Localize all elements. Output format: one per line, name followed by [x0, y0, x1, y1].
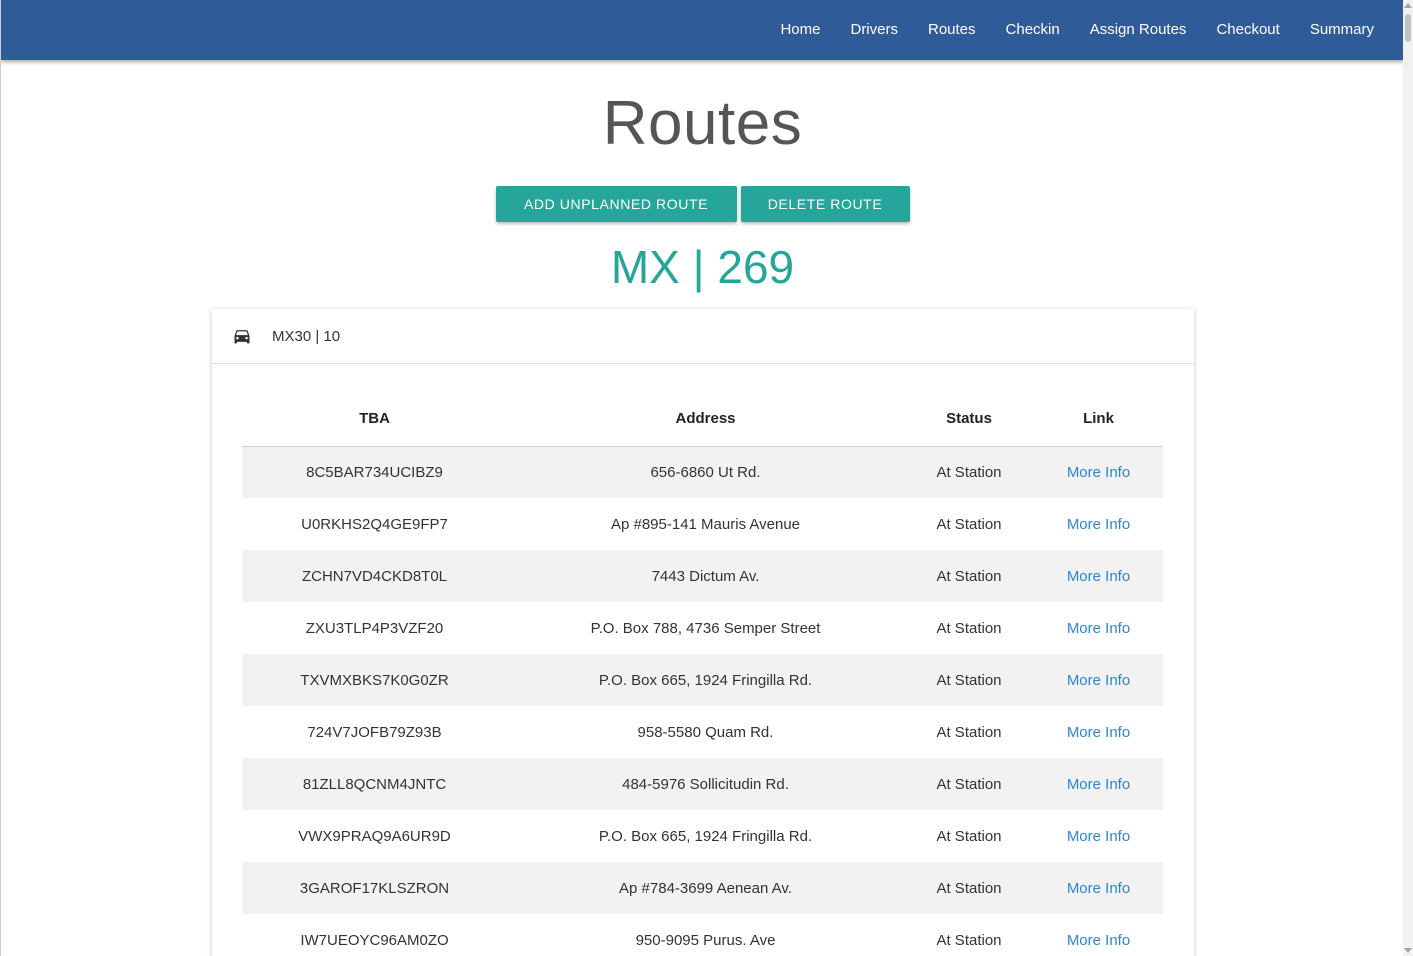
cell-address: P.O. Box 665, 1924 Fringilla Rd.: [507, 654, 904, 706]
nav-home[interactable]: Home: [765, 0, 835, 60]
cell-status: At Station: [904, 862, 1034, 914]
cell-tba: TXVMXBKS7K0G0ZR: [242, 654, 507, 706]
route-card-title: MX30 | 10: [272, 327, 341, 345]
cell-status: At Station: [904, 654, 1034, 706]
table-row: ZXU3TLP4P3VZF20 P.O. Box 788, 4736 Sempe…: [242, 602, 1163, 654]
cell-status: At Station: [936, 723, 1002, 741]
cell-status: At Station: [936, 827, 1002, 845]
table-row: VWX9PRAQ9A6UR9D P.O. Box 665, 1924 Fring…: [242, 810, 1163, 862]
table-row: 724V7JOFB79Z93B 958-5580 Quam Rd. At Sta…: [242, 706, 1163, 758]
cell-status: At Station: [904, 446, 1034, 498]
cell-status: At Station: [904, 758, 1034, 810]
table-row: U0RKHS2Q4GE9FP7 Ap #895-141 Mauris Avenu…: [242, 498, 1163, 550]
packages-table-wrap: TBA Address Status Link 8C5BAR734UCIBZ9 …: [242, 392, 1163, 956]
cell-address: 484-5976 Sollicitudin Rd.: [507, 758, 904, 810]
more-info-link[interactable]: More Info: [1067, 568, 1130, 585]
more-info-link[interactable]: More Info: [1067, 724, 1130, 741]
cell-tba: 8C5BAR734UCIBZ9: [242, 446, 507, 498]
cell-status: At Station: [936, 619, 1002, 637]
scroll-down-arrow-icon[interactable]: [1404, 948, 1412, 953]
cell-tba: VWX9PRAQ9A6UR9D: [298, 827, 451, 845]
vertical-scrollbar[interactable]: [1403, 0, 1413, 956]
cell-status: At Station: [936, 931, 1002, 949]
route-card: MX30 | 10 TBA Address Status Link 8C5BAR…: [212, 309, 1194, 956]
scroll-thumb[interactable]: [1405, 14, 1411, 42]
cell-tba: ZXU3TLP4P3VZF20: [305, 619, 444, 637]
delete-route-button[interactable]: DELETE ROUTE: [740, 186, 910, 222]
column-header-status: Status: [904, 392, 1034, 447]
packages-table: TBA Address Status Link 8C5BAR734UCIBZ9 …: [242, 392, 1163, 956]
more-info-link[interactable]: More Info: [1067, 672, 1130, 689]
table-row: IW7UEOYC96AM0ZO 950-9095 Purus. Ave At S…: [242, 914, 1163, 956]
nav-links: Home Drivers Routes Checkin Assign Route…: [765, 0, 1389, 60]
car-icon: [232, 326, 252, 346]
more-info-link[interactable]: More Info: [1067, 932, 1130, 949]
nav-drivers[interactable]: Drivers: [835, 0, 913, 60]
cell-address: 7443 Dictum Av.: [507, 550, 904, 602]
more-info-link[interactable]: More Info: [1067, 828, 1130, 845]
nav-checkout[interactable]: Checkout: [1201, 0, 1294, 60]
column-header-tba: TBA: [242, 392, 507, 447]
scroll-up-arrow-icon[interactable]: [1404, 3, 1412, 8]
more-info-link[interactable]: More Info: [1067, 516, 1130, 533]
route-heading: MX | 269: [610, 241, 795, 293]
more-info-link[interactable]: More Info: [1067, 464, 1130, 481]
cell-address: Ap #895-141 Mauris Avenue: [610, 515, 801, 533]
top-navbar: Home Drivers Routes Checkin Assign Route…: [1, 0, 1403, 60]
nav-summary[interactable]: Summary: [1295, 0, 1389, 60]
column-header-address: Address: [507, 392, 904, 447]
more-info-link[interactable]: More Info: [1067, 880, 1130, 897]
nav-routes[interactable]: Routes: [913, 0, 991, 60]
action-buttons: ADD UNPLANNED ROUTE DELETE ROUTE: [1, 186, 1403, 222]
cell-address: 656-6860 Ut Rd.: [507, 446, 904, 498]
page-title: Routes: [602, 89, 803, 158]
table-row: ZCHN7VD4CKD8T0L 7443 Dictum Av. At Stati…: [242, 550, 1163, 602]
cell-address: Ap #784-3699 Aenean Av.: [507, 862, 904, 914]
add-unplanned-route-button[interactable]: ADD UNPLANNED ROUTE: [495, 186, 737, 222]
nav-assign-routes[interactable]: Assign Routes: [1075, 0, 1202, 60]
cell-address: P.O. Box 665, 1924 Fringilla Rd.: [598, 827, 813, 845]
more-info-link[interactable]: More Info: [1067, 776, 1130, 793]
cell-address: 950-9095 Purus. Ave: [635, 931, 776, 949]
table-row: 8C5BAR734UCIBZ9 656-6860 Ut Rd. At Stati…: [242, 446, 1163, 498]
table-header-row: TBA Address Status Link: [242, 392, 1163, 447]
more-info-link[interactable]: More Info: [1067, 620, 1130, 637]
table-row: TXVMXBKS7K0G0ZR P.O. Box 665, 1924 Fring…: [242, 654, 1163, 706]
cell-tba: U0RKHS2Q4GE9FP7: [301, 515, 448, 533]
table-row: 81ZLL8QCNM4JNTC 484-5976 Sollicitudin Rd…: [242, 758, 1163, 810]
cell-tba: 81ZLL8QCNM4JNTC: [242, 758, 507, 810]
route-card-header[interactable]: MX30 | 10: [212, 309, 1194, 364]
cell-tba: IW7UEOYC96AM0ZO: [300, 931, 449, 949]
cell-address: 958-5580 Quam Rd.: [637, 723, 774, 741]
cell-tba: 724V7JOFB79Z93B: [307, 723, 442, 741]
cell-status: At Station: [904, 550, 1034, 602]
table-row: 3GAROF17KLSZRON Ap #784-3699 Aenean Av. …: [242, 862, 1163, 914]
page-viewport: Home Drivers Routes Checkin Assign Route…: [0, 0, 1403, 956]
cell-tba: 3GAROF17KLSZRON: [242, 862, 507, 914]
cell-address: P.O. Box 788, 4736 Semper Street: [590, 619, 821, 637]
cell-status: At Station: [936, 515, 1002, 533]
column-header-link: Link: [1034, 392, 1163, 447]
nav-checkin[interactable]: Checkin: [991, 0, 1075, 60]
cell-tba: ZCHN7VD4CKD8T0L: [242, 550, 507, 602]
